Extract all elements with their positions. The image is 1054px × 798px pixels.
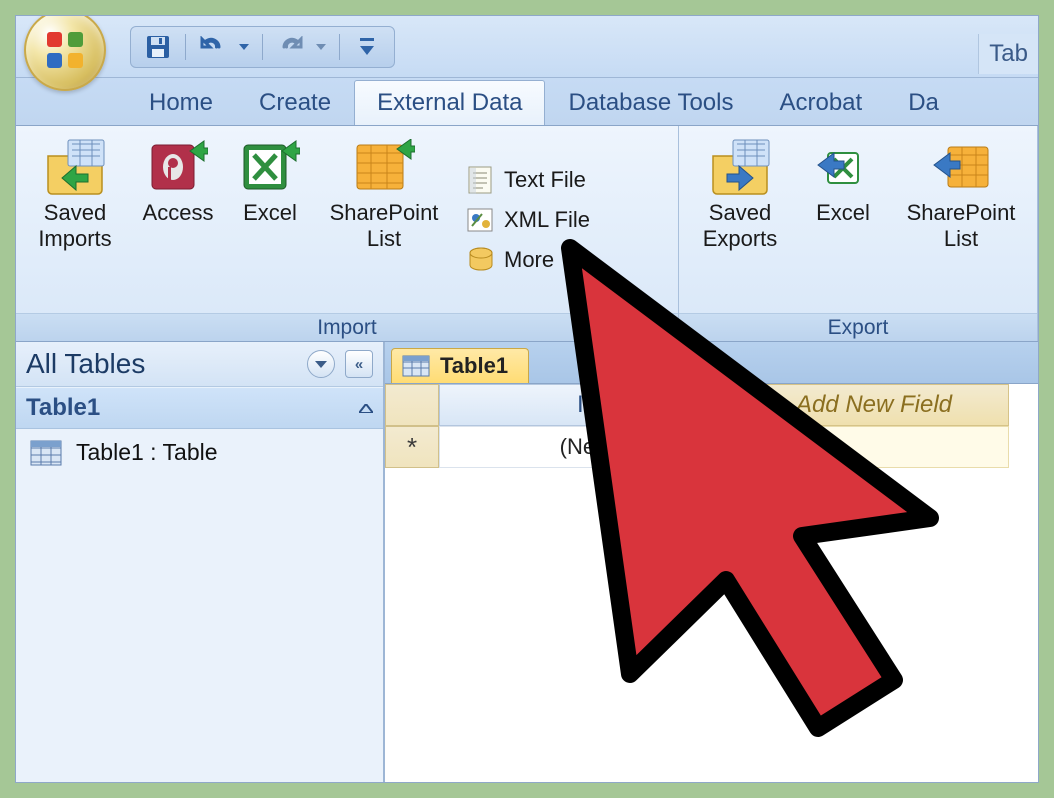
import-sharepoint-label1: SharePoint (330, 200, 439, 226)
document-tab-bar: Table1 (385, 342, 1038, 384)
nav-section-header[interactable]: Table1 (16, 387, 383, 429)
chevron-down-icon (315, 361, 327, 368)
quick-access-toolbar (130, 26, 395, 68)
office-button[interactable] (24, 15, 106, 91)
title-bar: Tab (16, 16, 1038, 78)
import-text-file-label: Text File (504, 167, 586, 193)
import-sharepoint-button[interactable]: SharePoint List (316, 132, 452, 307)
group-label-export: Export (679, 313, 1037, 341)
import-more-label: More (504, 247, 554, 273)
export-sharepoint-label1: SharePoint (907, 200, 1016, 226)
chevron-up-icon (359, 404, 373, 413)
saved-imports-button[interactable]: Saved Imports (22, 132, 128, 307)
contextual-tab-label: Tab (978, 34, 1038, 74)
nav-header-title: All Tables (26, 348, 145, 380)
row-selector-new[interactable]: * (385, 426, 439, 468)
workspace: All Tables « Table1 (16, 342, 1038, 782)
undo-icon (199, 36, 227, 58)
text-file-icon (467, 165, 495, 195)
table-icon (30, 440, 62, 466)
access-icon (148, 139, 208, 195)
tab-database-tools[interactable]: Database Tools (545, 80, 756, 125)
office-logo-icon (41, 26, 89, 74)
chevron-down-icon (316, 44, 326, 50)
group-label-import: Import (16, 313, 678, 341)
database-icon (466, 246, 496, 274)
select-all-cell[interactable] (385, 384, 439, 426)
tab-external-data[interactable]: External Data (354, 80, 545, 125)
saved-imports-label1: Saved (44, 200, 106, 226)
tab-create[interactable]: Create (236, 80, 354, 125)
undo-dropdown[interactable] (236, 30, 252, 64)
export-sharepoint-label2: List (944, 226, 978, 252)
tab-home[interactable]: Home (126, 80, 236, 125)
nav-item-label: Table1 : Table (76, 439, 218, 466)
import-text-file-button[interactable]: Text File (462, 163, 594, 197)
sharepoint-export-icon (930, 139, 992, 195)
cell-new-blank[interactable] (739, 426, 1009, 468)
export-sharepoint-button[interactable]: SharePoint List (891, 132, 1031, 307)
save-icon (144, 33, 172, 61)
saved-exports-icon (709, 138, 771, 196)
chevron-double-left-icon: « (355, 356, 363, 373)
app-window: Tab Home Create External Data Database T… (15, 15, 1039, 783)
import-xml-file-button[interactable]: XML File (462, 203, 594, 237)
export-excel-button[interactable]: Excel (799, 132, 887, 307)
ribbon-tabs: Home Create External Data Database Tools… (16, 78, 1038, 126)
saved-imports-label2: Imports (38, 226, 111, 252)
redo-button[interactable] (273, 30, 307, 64)
ribbon-group-import: Saved Imports Access (16, 126, 679, 341)
redo-dropdown[interactable] (313, 30, 329, 64)
document-tab-table1[interactable]: Table1 (391, 348, 529, 383)
qat-customize-button[interactable] (350, 30, 384, 64)
import-excel-button[interactable]: Excel (228, 132, 312, 307)
datasheet-grid[interactable]: ID Add New Field * (New) (385, 384, 1038, 468)
tab-datasheet[interactable]: Da (885, 80, 962, 125)
tab-acrobat[interactable]: Acrobat (756, 80, 885, 125)
excel-icon (240, 139, 300, 195)
import-xml-file-label: XML File (504, 207, 590, 233)
ribbon: Saved Imports Access (16, 126, 1038, 342)
sharepoint-list-icon (353, 139, 415, 195)
ribbon-group-export: Saved Exports Excel (679, 126, 1038, 341)
import-sharepoint-label2: List (367, 226, 401, 252)
nav-section-title: Table1 (26, 394, 100, 422)
cell-new-id[interactable]: (New) (439, 426, 739, 468)
saved-exports-button[interactable]: Saved Exports (685, 132, 795, 307)
column-header-id[interactable]: ID (439, 384, 739, 426)
export-excel-label: Excel (816, 200, 870, 226)
save-button[interactable] (141, 30, 175, 64)
nav-item-table1[interactable]: Table1 : Table (16, 429, 383, 476)
undo-button[interactable] (196, 30, 230, 64)
nav-collapse-button[interactable]: « (345, 350, 373, 378)
datasheet-area: Table1 ID Add New Field * (New) (384, 342, 1038, 782)
import-more-button[interactable]: More (462, 243, 594, 277)
import-access-button[interactable]: Access (132, 132, 224, 307)
navigation-pane: All Tables « Table1 (16, 342, 384, 782)
xml-file-icon (466, 206, 496, 234)
import-access-label: Access (143, 200, 214, 226)
column-header-add-new[interactable]: Add New Field (739, 384, 1009, 426)
import-excel-label: Excel (243, 200, 297, 226)
customize-icon (360, 38, 374, 56)
saved-exports-label1: Saved (709, 200, 771, 226)
saved-imports-icon (44, 138, 106, 196)
redo-icon (276, 36, 304, 58)
excel-export-icon (812, 139, 874, 195)
document-tab-label: Table1 (440, 353, 508, 379)
nav-header[interactable]: All Tables « (16, 342, 383, 387)
chevron-down-icon (239, 44, 249, 50)
nav-category-dropdown[interactable] (307, 350, 335, 378)
saved-exports-label2: Exports (703, 226, 778, 252)
chevron-down-icon (566, 257, 576, 263)
table-icon (402, 355, 430, 377)
